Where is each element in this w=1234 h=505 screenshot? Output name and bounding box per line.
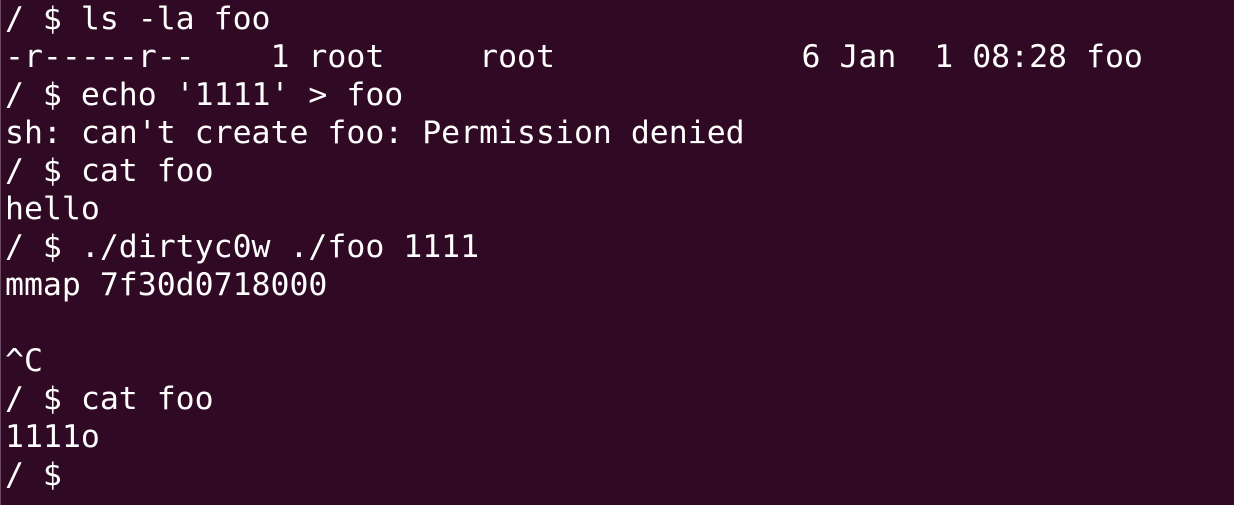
terminal-line-ls-output: -r-----r-- 1 root root 6 Jan 1 08:28 foo bbox=[5, 39, 1143, 75]
terminal-line-prompt-ls: / $ ls -la foo bbox=[5, 1, 271, 37]
terminal-input-prompt[interactable]: / $ bbox=[5, 456, 1234, 494]
terminal-line-prompt-cat: / $ cat foo bbox=[5, 153, 214, 189]
terminal-line-prompt-echo: / $ echo '1111' > foo bbox=[5, 77, 404, 113]
terminal-window[interactable]: / $ ls -la foo -r-----r-- 1 root root 6 … bbox=[0, 0, 1234, 505]
terminal-line-cat-output: hello bbox=[5, 191, 100, 227]
terminal-line-cat-output-2: 1111o bbox=[5, 419, 100, 455]
terminal-line-mmap-output: mmap 7f30d0718000 bbox=[5, 267, 328, 303]
terminal-line-prompt-cat-2: / $ cat foo bbox=[5, 381, 214, 417]
terminal-line-prompt-dirtyc0w: / $ ./dirtyc0w ./foo 1111 bbox=[5, 229, 480, 265]
terminal-line-interrupt: ^C bbox=[5, 343, 43, 379]
terminal-line-error: sh: can't create foo: Permission denied bbox=[5, 115, 745, 151]
